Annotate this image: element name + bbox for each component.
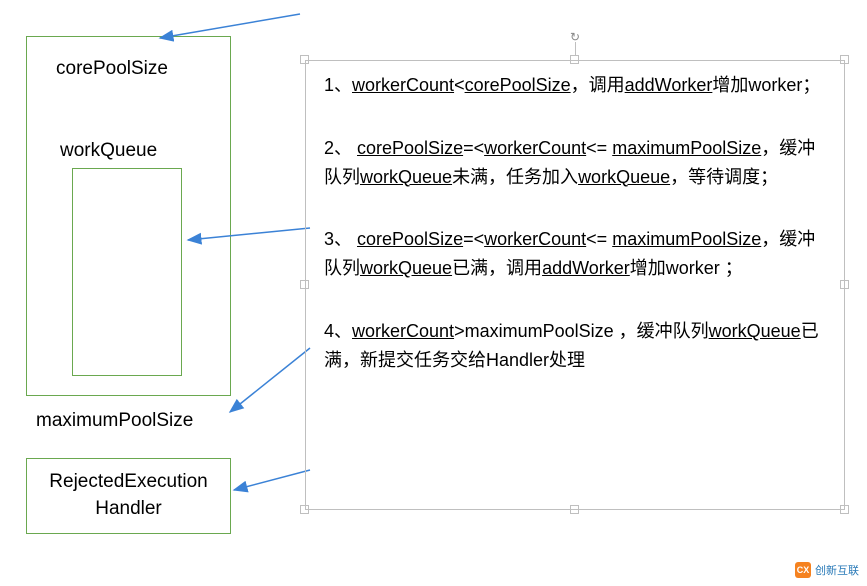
arrow-rule3-to-max — [230, 348, 310, 412]
rule3-prefix: 3、 — [324, 229, 357, 249]
rule1-workerCount: workerCount — [352, 75, 454, 95]
rule4-maximumPoolSize: maximumPoolSize — [465, 321, 614, 341]
rule3-addWorker: addWorker — [542, 258, 630, 278]
rejected-handler-box: RejectedExecution Handler — [26, 458, 231, 534]
rule3-mid2: 已满，调用 — [452, 258, 542, 278]
arrow-rule4-to-reject — [234, 470, 310, 490]
work-queue-label: workQueue — [60, 140, 157, 162]
rule2-le1: =< — [463, 138, 484, 158]
rule4-mid1: ，缓冲队列 — [614, 321, 709, 341]
rule4-prefix: 4、 — [324, 321, 352, 341]
watermark-text: 创新互联 — [815, 562, 859, 578]
watermark-icon: CX — [795, 562, 811, 578]
rule1-mid: ，调用 — [571, 75, 625, 95]
rule4-gt: > — [454, 321, 465, 341]
rule3-workerCount: workerCount — [484, 229, 586, 249]
work-queue-box — [72, 168, 182, 376]
rule2-workQueue1: workQueue — [360, 167, 452, 187]
rule2-workQueue2: workQueue — [578, 167, 670, 187]
rule3-maximumPoolSize: maximumPoolSize — [612, 229, 761, 249]
rule2-maximumPoolSize: maximumPoolSize — [612, 138, 761, 158]
rule2-workerCount: workerCount — [484, 138, 586, 158]
rule3-corePoolSize: corePoolSize — [357, 229, 463, 249]
rule2-prefix: 2、 — [324, 138, 357, 158]
rule1-tail: 增加worker； — [712, 75, 820, 95]
rule1-corePoolSize: corePoolSize — [465, 75, 571, 95]
rule-1: 1、workerCount<corePoolSize，调用addWorker增加… — [324, 71, 826, 100]
watermark: CX 创新互联 — [795, 562, 859, 578]
arrow-rule1-to-core — [160, 14, 300, 38]
rejected-handler-line1: RejectedExecution — [49, 471, 207, 492]
rotate-connector — [575, 42, 576, 56]
maximum-pool-size-label: maximumPoolSize — [36, 410, 193, 432]
rejected-handler-line2: Handler — [95, 498, 162, 519]
rule2-tail: ，等待调度； — [670, 167, 778, 187]
rule1-prefix: 1、 — [324, 75, 352, 95]
rule-4: 4、workerCount>maximumPoolSize ，缓冲队列workQ… — [324, 317, 826, 375]
rule3-tail: 增加worker ； — [630, 258, 743, 278]
rule3-workQueue: workQueue — [360, 258, 452, 278]
rule2-le2: <= — [586, 138, 607, 158]
rule3-le1: =< — [463, 229, 484, 249]
rule4-workQueue: workQueue — [709, 321, 801, 341]
core-pool-size-label: corePoolSize — [56, 58, 168, 80]
rule1-addWorker: addWorker — [625, 75, 713, 95]
rotate-handle-icon[interactable]: ↻ — [570, 30, 582, 42]
rule2-corePoolSize: corePoolSize — [357, 138, 463, 158]
rule1-lt: < — [454, 75, 465, 95]
rule3-le2: <= — [586, 229, 607, 249]
rule4-workerCount: workerCount — [352, 321, 454, 341]
rule-2: 2、 corePoolSize=<workerCount<= maximumPo… — [324, 134, 826, 192]
rule2-mid2: 未满，任务加入 — [452, 167, 578, 187]
rules-text-box[interactable]: 1、workerCount<corePoolSize，调用addWorker增加… — [305, 60, 845, 510]
rule-3: 3、 corePoolSize=<workerCount<= maximumPo… — [324, 225, 826, 283]
